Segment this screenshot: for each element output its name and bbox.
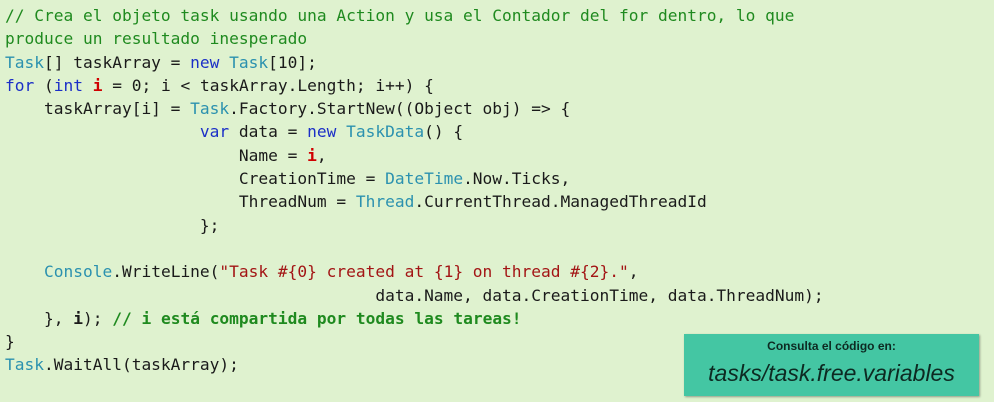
code-token: .CurrentThread.ManagedThreadId: [414, 192, 707, 212]
code-token: ,: [316, 145, 327, 165]
code-token: i: [73, 308, 83, 328]
code-token: new: [307, 122, 337, 142]
code-token: (: [34, 75, 54, 95]
code-token: },: [5, 308, 74, 328]
code-line: };: [5, 214, 824, 237]
code-block: // Crea el objeto task usando una Action…: [5, 4, 824, 377]
code-token: for: [5, 75, 35, 95]
code-token: "Task #{0} created at {1} on thread #{2}…: [219, 262, 629, 282]
code-token: Thread: [355, 192, 415, 212]
code-line: // Crea el objeto task usando una Action…: [5, 4, 824, 27]
code-token: Task: [5, 355, 44, 375]
source-reference-path: tasks/task.free.variables: [708, 360, 955, 386]
code-token: taskArray[i] =: [5, 99, 191, 119]
code-line: }, i); // i está compartida por todas la…: [5, 307, 824, 330]
code-line: data.Name, data.CreationTime, data.Threa…: [5, 284, 824, 307]
code-token: Task: [190, 99, 230, 119]
code-token: .WaitAll(taskArray);: [43, 355, 239, 375]
code-line: produce un resultado inesperado: [5, 27, 824, 50]
code-line: Name = i,: [5, 144, 824, 167]
code-token: [10];: [268, 52, 317, 72]
code-token: .WriteLine(: [112, 262, 220, 282]
code-line: var data = new TaskData() {: [5, 120, 824, 143]
code-line: Task[] taskArray = new Task[10];: [5, 51, 824, 74]
code-line: CreationTime = DateTime.Now.Ticks,: [5, 167, 824, 190]
code-token: new: [190, 52, 220, 72]
code-token: ,: [628, 262, 639, 282]
code-line: for (int i = 0; i < taskArray.Length; i+…: [5, 74, 824, 97]
code-token: = 0; i < taskArray.Length; i++) {: [102, 75, 434, 95]
code-token: [] taskArray =: [43, 52, 191, 72]
code-token: produce un resultado inesperado: [5, 29, 308, 49]
code-token: DateTime: [385, 169, 464, 189]
code-token: i: [307, 145, 317, 165]
code-token: // i está compartida por todas las tarea…: [112, 308, 522, 328]
code-token: i: [92, 75, 103, 95]
code-token: data.Name, data.CreationTime, data.Threa…: [5, 285, 824, 305]
code-token: TaskData: [346, 122, 425, 142]
code-token: data =: [229, 122, 308, 142]
code-token: };: [5, 215, 220, 235]
code-token: // Crea el objeto task usando una Action…: [5, 6, 795, 25]
code-token: var: [199, 122, 230, 142]
code-line: Console.WriteLine("Task #{0} created at …: [5, 260, 824, 283]
code-token: Name =: [5, 145, 308, 165]
code-token: CreationTime =: [5, 169, 386, 189]
code-token: .Now.Ticks,: [463, 169, 571, 189]
code-token: int: [53, 75, 83, 95]
code-token: }: [5, 332, 15, 352]
code-line: ThreadNum = Thread.CurrentThread.Managed…: [5, 190, 824, 213]
source-reference-box: Consulta el código en: tasks/task.free.v…: [684, 334, 979, 396]
code-token: );: [82, 308, 113, 328]
code-token: .Factory.StartNew((Object obj) => {: [229, 99, 571, 119]
code-token: ThreadNum =: [5, 192, 356, 212]
code-token: Console: [43, 262, 113, 282]
code-token: () {: [424, 122, 464, 142]
code-token: Task: [229, 52, 269, 72]
code-line: taskArray[i] = Task.Factory.StartNew((Ob…: [5, 97, 824, 120]
code-token: Task: [5, 52, 44, 72]
source-reference-label: Consulta el código en:: [767, 339, 896, 353]
